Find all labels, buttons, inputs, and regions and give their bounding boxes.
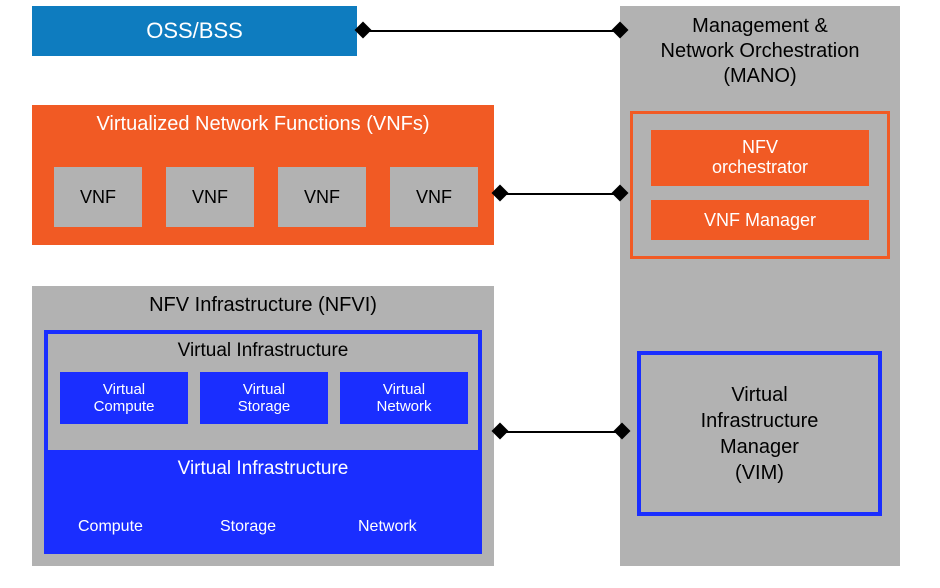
vnf-label-3: VNF [304, 187, 340, 208]
nfvi-container: NFV Infrastructure (NFVI) Virtual Infras… [32, 286, 494, 566]
mano-title-line2: Network Orchestration [661, 40, 860, 62]
physical-infrastructure-block: Virtual Infrastructure Compute Storage N… [48, 450, 478, 550]
connector-nfvi-vim [500, 431, 622, 433]
vnf-manager-block: VNF Manager [651, 200, 869, 240]
virtual-compute-block: Virtual Compute [60, 372, 188, 424]
mano-title-line3: (MANO) [723, 65, 796, 87]
virtual-infrastructure-title-bottom: Virtual Infrastructure [48, 458, 478, 480]
vnf-box-2: VNF [166, 167, 254, 227]
virtual-network-block: Virtual Network [340, 372, 468, 424]
vnf-label-4: VNF [416, 187, 452, 208]
oss-bss-label: OSS/BSS [146, 18, 243, 44]
connector-oss-mano [362, 30, 620, 32]
vnf-box-3: VNF [278, 167, 366, 227]
mano-orchestrator-group: NFV orchestrator VNF Manager [630, 111, 890, 259]
vnf-box-1: VNF [54, 167, 142, 227]
connector-vnfs-mano [500, 193, 620, 195]
mano-inner-pad: NFV orchestrator VNF Manager [639, 120, 881, 250]
physical-network-label: Network [358, 518, 417, 536]
diamond-icon [355, 22, 372, 39]
vnfs-title: Virtualized Network Functions (VNFs) [32, 113, 494, 136]
virtual-storage-label: Virtual Storage [238, 381, 291, 416]
nfvi-inner: Virtual Infrastructure Virtual Compute V… [44, 330, 482, 554]
physical-storage-label: Storage [220, 518, 276, 536]
mano-title-line1: Management & [692, 15, 828, 37]
vim-line3: Manager [720, 436, 799, 458]
physical-compute-label: Compute [78, 518, 143, 536]
nfvo-label-line2: orchestrator [712, 158, 808, 178]
vim-line2: Infrastructure [701, 410, 819, 432]
virtual-network-label: Virtual Network [376, 381, 431, 416]
virtual-compute-label: Virtual Compute [94, 381, 155, 416]
mano-title: Management & Network Orchestration (MANO… [620, 14, 900, 89]
virtual-storage-block: Virtual Storage [200, 372, 328, 424]
virtual-infrastructure-title-top: Virtual Infrastructure [48, 340, 478, 362]
diamond-icon [492, 185, 509, 202]
oss-bss-block: OSS/BSS [32, 6, 357, 56]
mano-container: Management & Network Orchestration (MANO… [620, 6, 900, 566]
vnf-label-1: VNF [80, 187, 116, 208]
vnf-box-4: VNF [390, 167, 478, 227]
nfvo-label-line1: NFV [742, 138, 778, 158]
vim-line1: Virtual [731, 384, 787, 406]
diamond-icon [492, 423, 509, 440]
vnfs-container: Virtualized Network Functions (VNFs) VNF… [32, 105, 494, 245]
vim-block: Virtual Infrastructure Manager (VIM) [637, 351, 882, 516]
nfv-orchestrator-block: NFV orchestrator [651, 130, 869, 186]
nfvi-title: NFV Infrastructure (NFVI) [32, 294, 494, 317]
vnf-label-2: VNF [192, 187, 228, 208]
vnfm-label: VNF Manager [704, 210, 816, 231]
vim-line4: (VIM) [735, 462, 784, 484]
